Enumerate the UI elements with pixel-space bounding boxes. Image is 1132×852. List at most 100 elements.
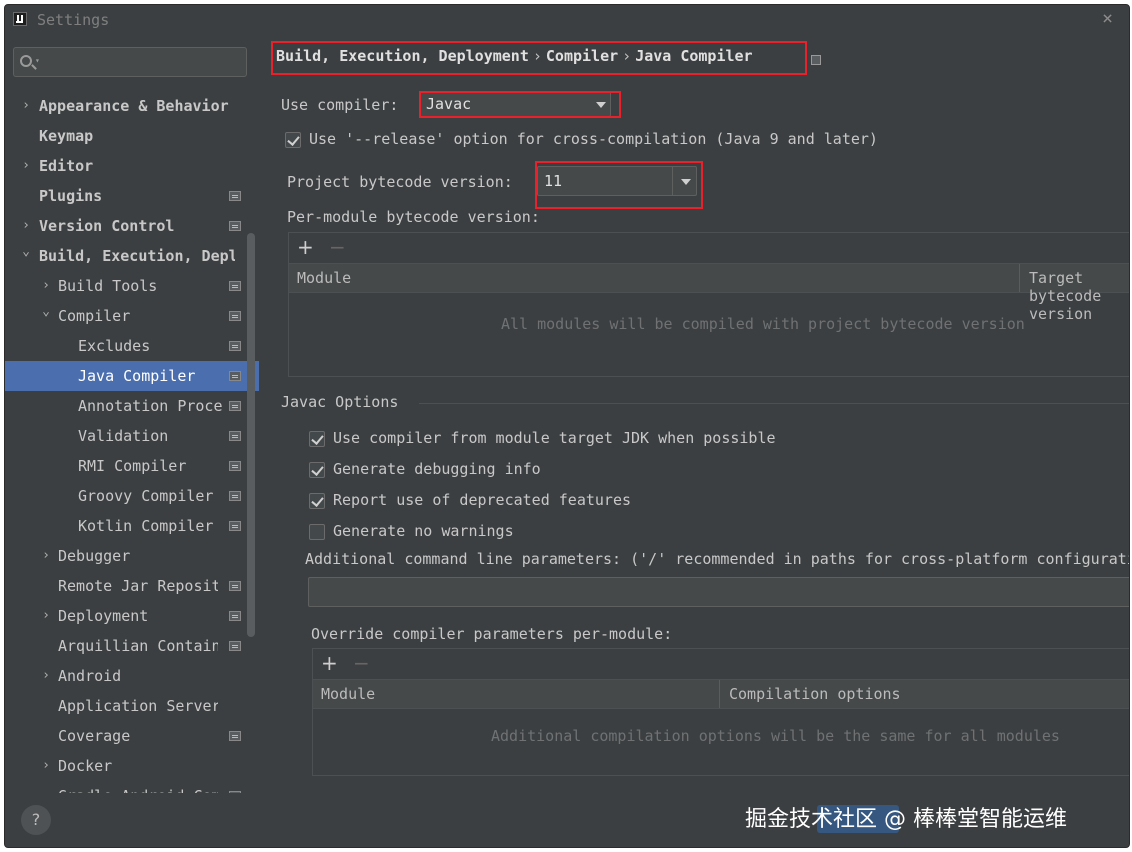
sidebar-item[interactable]: Excludes [5,331,259,361]
sidebar-item-label: Deployment [58,607,149,625]
chevron-right-icon[interactable]: › [19,151,33,181]
java-compiler-panel: Build, Execution, Deployment › Compiler › Ja… [259,33,1129,793]
project-scope-icon [229,401,241,411]
highlight-breadcrumb [271,41,807,75]
sidebar-item-label: Build, Execution, Deployment [39,247,235,265]
generate-debug-info-checkbox[interactable] [309,462,325,478]
report-deprecated-checkbox[interactable] [309,493,325,509]
sidebar-item[interactable]: Plugins [5,181,259,211]
table-header: Module Target bytecode version [289,263,1129,323]
settings-sidebar: ▾ › Appearance & Behavior Keymap › Editor Plu… [5,33,259,793]
project-scope-icon [229,341,241,351]
sidebar-item[interactable]: RMI Compiler [5,451,259,481]
release-option-label: Use '--release' option for cross-compila… [309,130,878,148]
search-history-icon[interactable]: ▾ [35,56,40,65]
sidebar-item-label: Groovy Compiler [78,487,214,505]
title-bar: Settings × [5,5,1129,33]
column-divider[interactable] [719,680,720,708]
column-header-module[interactable]: Module [321,685,375,703]
no-warnings-checkbox[interactable] [309,524,325,540]
table-toolbar: + − [289,233,1129,263]
sidebar-item[interactable]: Coverage [5,721,259,751]
project-scope-icon [229,521,241,531]
window-title: Settings [37,11,110,29]
settings-window: Settings × ▾ › Appearance & Behavior Keyma… [4,4,1130,848]
sidebar-item[interactable]: ⌄Build, Execution, Deployment [5,241,259,271]
sidebar-item[interactable]: Remote Jar Repositories [5,571,259,601]
chevron-right-icon[interactable]: › [39,601,53,631]
project-scope-icon [229,371,241,381]
remove-icon: − [329,235,346,259]
sidebar-scrollbar[interactable] [247,233,255,637]
sidebar-item[interactable]: Annotation Processors [5,391,259,421]
chevron-right-icon[interactable]: › [39,661,53,691]
column-header-module[interactable]: Module [297,269,351,287]
chevron-down-icon[interactable]: ⌄ [19,237,33,267]
sidebar-item[interactable]: › Docker [5,751,259,781]
sidebar-item-label: Application Servers [58,697,218,715]
sidebar-item[interactable]: Java Compiler [5,361,259,391]
chevron-right-icon[interactable]: › [39,541,53,571]
project-scope-icon [229,431,241,441]
project-scope-icon [229,491,241,501]
sidebar-item-label: Remote Jar Repositories [58,577,218,595]
sidebar-item[interactable]: ⌄ Compiler [5,301,259,331]
sidebar-item-label: Docker [58,757,113,775]
sidebar-item-label: Annotation Processors [78,397,224,415]
sidebar-item-label: Validation [78,427,169,445]
sidebar-item-label: Editor [39,157,94,175]
chevron-right-icon[interactable]: › [19,91,33,121]
use-target-jdk-checkbox[interactable] [309,431,325,447]
sidebar-item-label: Gradle-Android Compiler [58,781,218,793]
sidebar-item-label: Build Tools [58,277,158,295]
sidebar-item[interactable]: › Debugger [5,541,259,571]
add-icon[interactable]: + [297,235,314,259]
project-scope-icon [229,311,241,321]
additional-params-label: Additional command line parameters: ('/'… [305,550,1130,568]
project-scope-icon [229,281,241,291]
chevron-down-icon[interactable]: ⌄ [39,297,53,327]
sidebar-item[interactable]: Groovy Compiler [5,481,259,511]
additional-params-input[interactable] [308,577,1129,607]
settings-search-input[interactable]: ▾ [13,47,247,77]
release-option-checkbox[interactable] [285,132,301,148]
sidebar-item-label: Keymap [39,127,94,145]
sidebar-item-label: Compiler [58,307,131,325]
sidebar-item[interactable]: Kotlin Compiler [5,511,259,541]
column-divider[interactable] [1019,264,1020,292]
sidebar-item[interactable]: › Android [5,661,259,691]
close-icon[interactable]: × [1102,8,1113,29]
sidebar-item-label: Debugger [58,547,131,565]
no-warnings-label: Generate no warnings [333,522,514,540]
sidebar-item[interactable]: Gradle-Android Compiler [5,781,259,793]
highlight-bytecode-version [535,161,703,209]
use-target-jdk-label: Use compiler from module target JDK when… [333,429,776,447]
sidebar-item-label: Coverage [58,727,131,745]
override-params-label: Override compiler parameters per-module: [311,625,673,643]
column-header-target-bytecode[interactable]: Target bytecode version [1029,269,1129,323]
sidebar-item-label: Android [58,667,122,685]
project-scope-icon [811,55,821,65]
sidebar-item[interactable]: Validation [5,421,259,451]
override-params-table: + − Module Compilation options Additiona… [312,648,1129,776]
help-button[interactable]: ? [21,805,51,835]
project-scope-icon [229,191,241,201]
sidebar-item[interactable]: Keymap [5,121,259,151]
settings-tree: › Appearance & Behavior Keymap › Editor Plugi… [5,91,259,793]
column-header-compilation-options[interactable]: Compilation options [729,685,901,703]
project-scope-icon [229,461,241,471]
project-scope-icon [229,611,241,621]
sidebar-item[interactable]: › Deployment [5,601,259,631]
sidebar-item-label: Kotlin Compiler [78,517,214,535]
sidebar-item-label: Appearance & Behavior [39,97,229,115]
table-header: Module Compilation options [313,679,1129,709]
add-icon[interactable]: + [321,651,338,675]
sidebar-item[interactable]: Arquillian Containers [5,631,259,661]
sidebar-item[interactable]: › Appearance & Behavior [5,91,259,121]
empty-table-text: All modules will be compiled with projec… [501,315,1025,333]
sidebar-item[interactable]: › Version Control [5,211,259,241]
chevron-right-icon[interactable]: › [39,751,53,781]
sidebar-item[interactable]: Application Servers [5,691,259,721]
sidebar-item[interactable]: › Editor [5,151,259,181]
sidebar-item-label: Java Compiler [78,367,196,385]
